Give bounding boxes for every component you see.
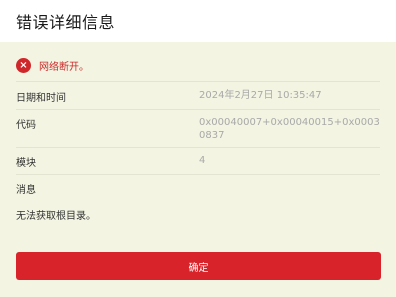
datetime-label: 日期和时间 [16, 93, 66, 104]
module-value: 4 [199, 155, 206, 166]
divider [16, 147, 380, 148]
error-message: 网络断开。 [39, 62, 89, 73]
dialog-content: × 网络断开。 日期和时间 2024年2月27日 10:35:47 代码 0x0… [0, 42, 396, 297]
message-label: 消息 [16, 185, 36, 196]
error-summary: × 网络断开。 [16, 58, 89, 73]
error-details-dialog: 错误详细信息 × 网络断开。 日期和时间 2024年2月27日 10:35:47… [0, 0, 396, 297]
code-label: 代码 [16, 120, 36, 131]
message-value: 无法获取根目录。 [16, 211, 96, 222]
code-value: 0x00040007+0x00040015+0x00030837 [199, 117, 380, 141]
divider [16, 174, 380, 175]
divider [16, 81, 380, 82]
dialog-title: 错误详细信息 [16, 13, 116, 32]
divider [16, 109, 380, 110]
error-circle-x-icon: × [16, 58, 31, 73]
module-label: 模块 [16, 158, 36, 169]
dialog-header: 错误详细信息 [0, 0, 396, 42]
ok-button[interactable]: 确定 [16, 252, 381, 280]
datetime-value: 2024年2月27日 10:35:47 [199, 90, 322, 101]
